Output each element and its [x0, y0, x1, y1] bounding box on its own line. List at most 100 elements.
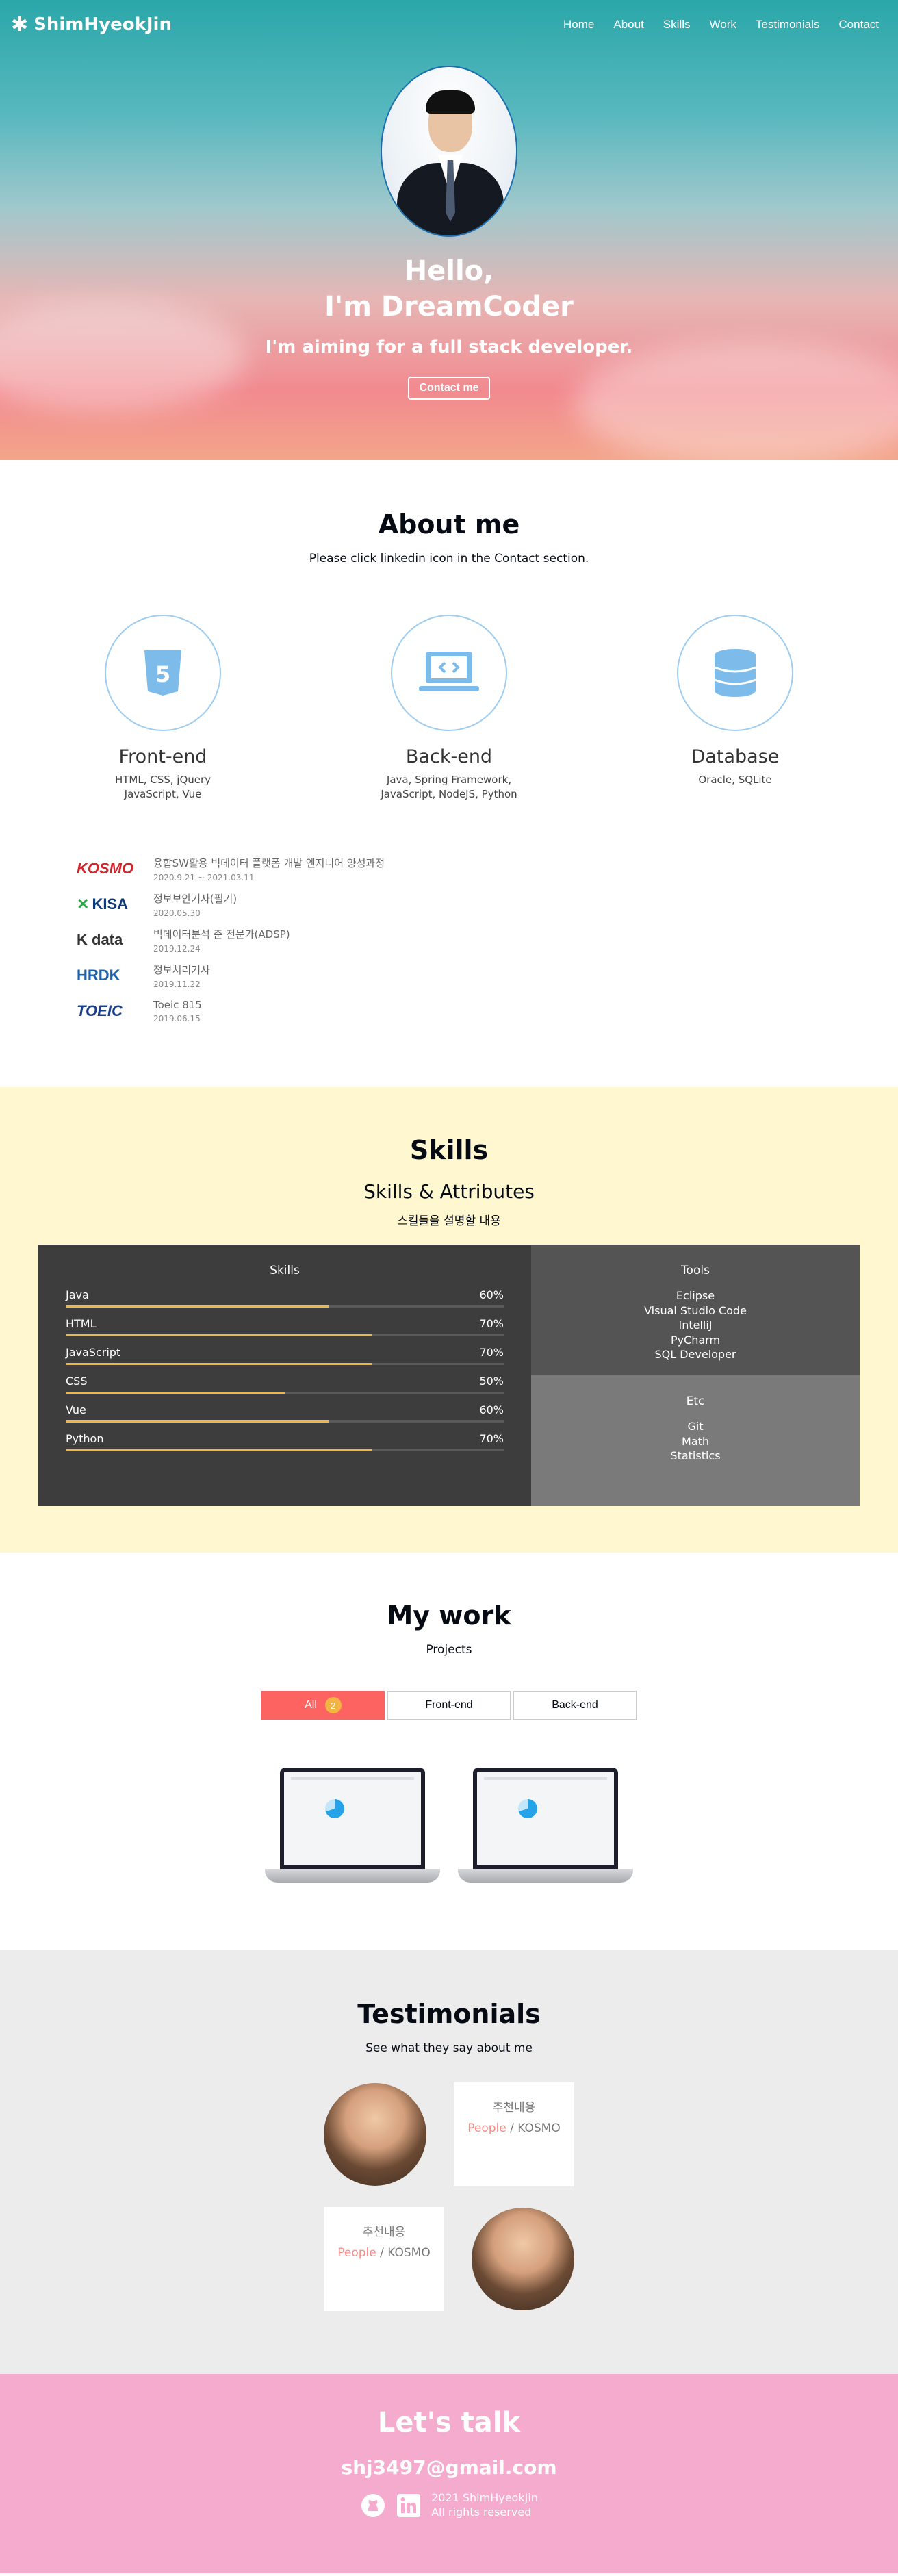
project-thumbnail[interactable]: [458, 1768, 633, 1891]
nav-item-testimonials[interactable]: Testimonials: [747, 12, 828, 37]
job-item: TOEIC Toeic 815 2019.06.15: [77, 999, 202, 1023]
skills-title: Skills: [409, 1135, 489, 1165]
skill-bar-fill: [66, 1392, 285, 1394]
skill-bar: [66, 1363, 504, 1365]
skill-percent: 70%: [479, 1432, 504, 1445]
skillset: Skills Java 60% HTML 70% JavaScript 70% CSS 50%…: [38, 1245, 860, 1506]
work-description: Projects: [426, 1643, 472, 1657]
contact-title: Let's talk: [377, 2407, 521, 2438]
testimonial: 추천내용 People / KOSMO: [0, 2082, 898, 2186]
navbar-menu: Home About Skills Work Testimonials Cont…: [555, 12, 887, 37]
testimonial: 추천내용 People / KOSMO: [0, 2207, 898, 2311]
skill-bar: [66, 1305, 504, 1308]
hrdk-logo: HRDK: [77, 967, 120, 984]
category-back-end-button[interactable]: Back-end: [513, 1691, 637, 1720]
skill-name: HTML: [66, 1317, 97, 1330]
contact-email[interactable]: shj3497@gmail.com: [0, 2456, 898, 2479]
cloud-decoration: [575, 342, 898, 460]
major-database: Database Oracle, SQLite: [639, 615, 831, 802]
tool-item: Eclipse: [676, 1289, 715, 1302]
major-front-end: 5 Front-end HTML, CSS, jQuery JavaScript,…: [67, 615, 259, 802]
category-front-end-button[interactable]: Front-end: [387, 1691, 511, 1720]
skill-item: Java 60%: [66, 1288, 504, 1308]
skill-bar: [66, 1334, 504, 1336]
about-title: About me: [378, 509, 520, 539]
about-description: Please click linkedin icon in the Contac…: [309, 552, 589, 565]
nav-item-home[interactable]: Home: [555, 12, 602, 37]
majors: 5 Front-end HTML, CSS, jQuery JavaScript,…: [0, 615, 898, 802]
kisa-logo: ✕ KISA: [77, 895, 128, 913]
skills-panel-title: Skills: [270, 1264, 300, 1277]
contact-rights: 2021 ShimHyeokJin All rights reserved: [431, 2491, 538, 2518]
skill-name: Python: [66, 1432, 104, 1445]
star-logo-icon: ✱: [11, 12, 29, 37]
laptop-code-icon: [391, 615, 507, 731]
nav-item-about[interactable]: About: [605, 12, 652, 37]
etc-item: Git: [687, 1420, 704, 1433]
major-back-end: Back-end Java, Spring Framework, JavaScri…: [353, 615, 545, 802]
etc-item: Statistics: [670, 1449, 721, 1463]
testimonial-bubble: 추천내용 People / KOSMO: [454, 2082, 574, 2186]
jobs-list: KOSMO 융합SW활용 빅데이터 플랫폼 개발 엔지니어 양성과정 2020.9…: [0, 851, 898, 1029]
testimonials-description: See what they say about me: [365, 2041, 533, 2055]
skill-percent: 60%: [479, 1403, 504, 1416]
skill-bar-fill: [66, 1334, 372, 1336]
skill-percent: 50%: [479, 1375, 504, 1388]
testimonials-section: Testimonials See what they say about me …: [0, 1950, 898, 2374]
projects: [0, 1768, 898, 1891]
about-section: About me Please click linkedin icon in t…: [0, 460, 898, 1087]
nav-item-work[interactable]: Work: [702, 12, 745, 37]
nav-item-contact[interactable]: Contact: [830, 12, 887, 37]
job-item: K data 빅데이터분석 준 전문가(ADSP) 2019.12.24: [77, 928, 290, 954]
job-item: ✕ KISA 정보보안기사(필기) 2020.05.30: [77, 892, 238, 918]
work-section: My work Projects All 2 Front-end Back-en…: [0, 1553, 898, 1950]
tool-item: IntelliJ: [678, 1318, 713, 1332]
project-thumbnail[interactable]: [265, 1768, 440, 1891]
database-icon: [677, 615, 793, 731]
job-item: HRDK 정보처리기사 2019.11.22: [77, 963, 210, 989]
contact-section: Let's talk shj3497@gmail.com 2021 ShimHy…: [0, 2374, 898, 2573]
testimonial-avatar: [324, 2083, 426, 2186]
kdata-logo: K data: [77, 931, 123, 948]
tools-title: Tools: [681, 1264, 710, 1277]
kosmo-logo: KOSMO: [77, 860, 134, 877]
skill-bar-fill: [66, 1449, 372, 1451]
linkedin-icon[interactable]: [396, 2492, 422, 2518]
skills-section: Skills Skills & Attributes 스킬들을 설명할 내용 S…: [0, 1087, 898, 1553]
skill-item: Python 70%: [66, 1432, 504, 1451]
job-item: KOSMO 융합SW활용 빅데이터 플랫폼 개발 엔지니어 양성과정 2020.9…: [77, 856, 385, 882]
skill-item: Vue 60%: [66, 1403, 504, 1423]
testimonial-avatar: [472, 2208, 574, 2310]
skill-percent: 70%: [479, 1317, 504, 1330]
skill-name: JavaScript: [66, 1346, 121, 1359]
skill-bar-fill: [66, 1363, 372, 1365]
skill-name: CSS: [66, 1375, 88, 1388]
github-icon[interactable]: [360, 2492, 386, 2518]
tool-item: PyCharm: [670, 1333, 721, 1347]
skill-bar-fill: [66, 1420, 329, 1423]
skill-name: Java: [66, 1288, 89, 1301]
logo-text: ShimHyeokJin: [34, 14, 172, 35]
etc-item: Math: [681, 1434, 710, 1448]
tool-item: SQL Developer: [654, 1348, 736, 1362]
skill-bar: [66, 1420, 504, 1423]
testimonials-title: Testimonials: [357, 1999, 541, 2029]
testimonial-bubble: 추천내용 People / KOSMO: [324, 2207, 444, 2311]
skill-bar: [66, 1449, 504, 1451]
tool-item: Visual Studio Code: [644, 1303, 747, 1317]
navbar-logo[interactable]: ✱ ShimHyeokJin: [11, 13, 172, 37]
etc-panel: Etc Git Math Statistics: [531, 1375, 860, 1506]
nav-item-skills[interactable]: Skills: [655, 12, 699, 37]
tools-panel: Tools Eclipse Visual Studio Code Intelli…: [531, 1245, 860, 1375]
skill-percent: 70%: [479, 1346, 504, 1359]
skill-item: HTML 70%: [66, 1317, 504, 1336]
navbar: ✱ ShimHyeokJin Home About Skills Work Te…: [0, 0, 898, 49]
category-all-button[interactable]: All 2: [261, 1691, 385, 1720]
skill-bar: [66, 1392, 504, 1394]
html5-icon: 5: [105, 615, 221, 731]
contact-me-button[interactable]: Contact me: [408, 377, 490, 400]
skill-percent: 60%: [479, 1288, 504, 1301]
work-categories: All 2 Front-end Back-end: [0, 1691, 898, 1720]
work-title: My work: [387, 1601, 511, 1631]
category-count-badge: 2: [324, 1697, 342, 1713]
